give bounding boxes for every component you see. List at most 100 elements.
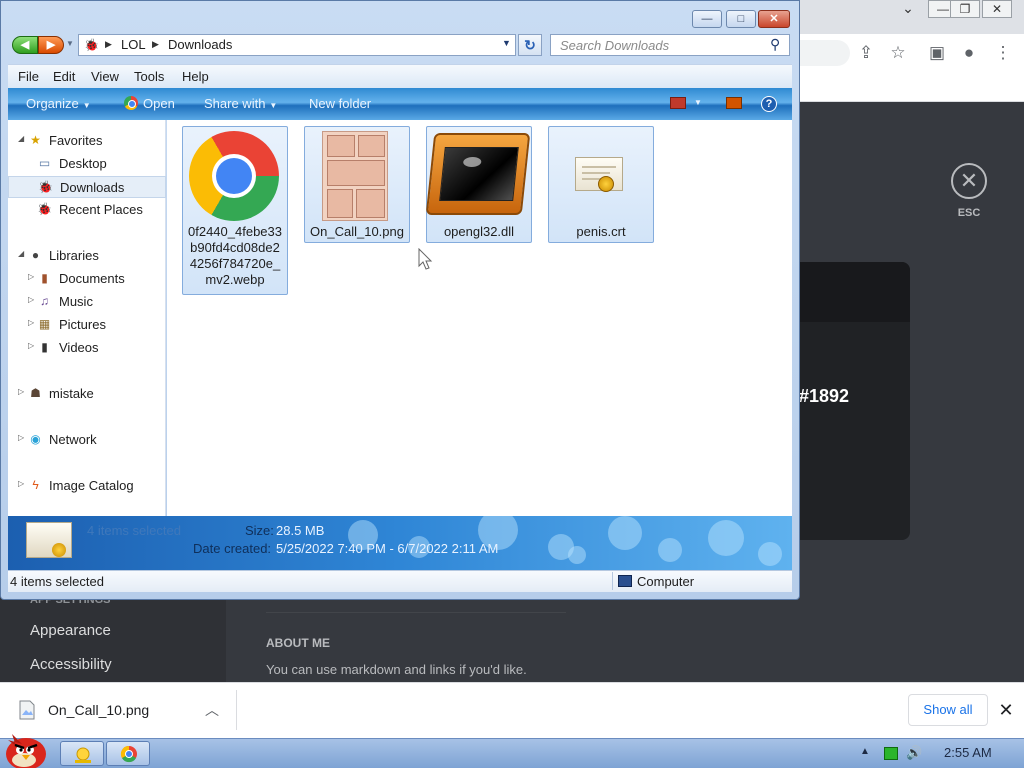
- address-dropdown-icon[interactable]: ▼: [502, 38, 511, 48]
- pictures-icon: ▦: [38, 317, 51, 331]
- date-created-label: Date created:: [193, 541, 272, 556]
- sun-folder-icon: [75, 747, 91, 763]
- help-button[interactable]: ?: [761, 96, 777, 112]
- chrome-taskbar-icon: [120, 745, 137, 763]
- network-icon: ◉: [30, 432, 41, 446]
- menu-file[interactable]: File: [18, 69, 39, 84]
- dropdown-caret-icon: ▼: [82, 101, 91, 110]
- refresh-button[interactable]: ↻: [518, 34, 542, 56]
- profile-banner: [798, 262, 910, 322]
- nav-mistake[interactable]: ▷ ☗ mistake: [8, 383, 166, 405]
- new-folder-button[interactable]: New folder: [309, 96, 371, 111]
- view-dropdown-icon[interactable]: ▼: [694, 98, 702, 107]
- nav-label: Favorites: [49, 133, 103, 148]
- collapsed-arrow-icon[interactable]: ▷: [18, 433, 24, 442]
- angry-bird-start-icon[interactable]: [2, 730, 50, 768]
- maximize-button[interactable]: □: [726, 10, 756, 28]
- chrome-icon: [189, 131, 279, 221]
- menu-edit[interactable]: Edit: [53, 69, 75, 84]
- sidebar-item-appearance[interactable]: Appearance: [30, 622, 111, 639]
- change-view-icon[interactable]: [670, 97, 686, 109]
- back-button[interactable]: ◀: [12, 36, 38, 54]
- organize-label: Organize: [26, 96, 79, 111]
- expanded-arrow-icon[interactable]: ◢: [18, 134, 24, 143]
- status-selection: 4 items selected: [10, 574, 104, 589]
- close-download-bar-button[interactable]: ✕: [996, 698, 1016, 722]
- bug-folder-icon: 🐞: [38, 180, 53, 194]
- chrome-close-button[interactable]: ✕: [982, 0, 1012, 18]
- search-icon[interactable]: ⚲: [770, 36, 780, 53]
- taskbar-chrome-button[interactable]: [106, 741, 150, 766]
- file-name: 0f2440_4febe33b90fd4cd08de24256f784720e_…: [188, 224, 282, 287]
- volume-icon[interactable]: 🔊: [906, 743, 926, 763]
- nav-libraries[interactable]: ◢ ● Libraries: [8, 245, 166, 267]
- show-all-button[interactable]: Show all: [908, 694, 988, 726]
- chevron-up-icon[interactable]: ︿: [204, 700, 220, 720]
- download-item-name[interactable]: On_Call_10.png: [48, 702, 149, 718]
- collapsed-arrow-icon[interactable]: ▷: [28, 318, 34, 327]
- minimize-button[interactable]: —: [692, 10, 722, 28]
- nav-favorites[interactable]: ◢ ★ Favorites: [8, 130, 166, 152]
- share-with-button[interactable]: Share with ▼: [204, 96, 277, 111]
- nav-label: Downloads: [60, 180, 125, 195]
- show-hidden-icons-icon[interactable]: ▲: [860, 746, 870, 757]
- status-separator: [612, 572, 613, 590]
- nav-desktop[interactable]: ▭ Desktop: [8, 153, 166, 175]
- taskbar-explorer-button[interactable]: [60, 741, 104, 766]
- nav-recent-places[interactable]: 🐞 Recent Places: [8, 199, 166, 221]
- menu-view[interactable]: View: [91, 69, 119, 84]
- sidebar-item-accessibility[interactable]: Accessibility: [30, 656, 112, 673]
- star-icon[interactable]: ☆: [885, 40, 911, 66]
- nav-pictures[interactable]: ▷ ▦ Pictures: [8, 314, 166, 336]
- collapsed-arrow-icon[interactable]: ▷: [28, 341, 34, 350]
- chrome-restore-button[interactable]: ❐: [950, 0, 980, 18]
- nav-documents[interactable]: ▷ ▮ Documents: [8, 268, 166, 290]
- chrome-tab-search-button[interactable]: ⌄: [893, 0, 923, 18]
- profile-icon[interactable]: ●: [956, 40, 982, 66]
- user-folder-icon: ☗: [30, 386, 41, 400]
- collapsed-arrow-icon[interactable]: ▷: [28, 295, 34, 304]
- breadcrumb-lol[interactable]: LOL: [121, 37, 146, 52]
- recent-pages-icon[interactable]: ▼: [66, 39, 74, 48]
- about-me-hint: You can use markdown and links if you'd …: [266, 662, 527, 677]
- mouse-cursor-icon: [418, 248, 433, 270]
- menu-help[interactable]: Help: [182, 69, 209, 84]
- open-button[interactable]: Open: [143, 96, 175, 111]
- star-icon: ★: [30, 133, 41, 147]
- image-file-icon: [19, 700, 35, 720]
- close-button[interactable]: ✕: [758, 10, 790, 28]
- download-separator: [236, 690, 237, 730]
- status-location: Computer: [637, 574, 695, 589]
- breadcrumb-arrow-icon[interactable]: ▶: [105, 39, 112, 50]
- nav-label: Pictures: [59, 317, 106, 332]
- breadcrumb-arrow-icon[interactable]: ▶: [152, 39, 159, 50]
- nav-image-catalog[interactable]: ▷ ϟ Image Catalog: [8, 475, 166, 497]
- close-settings-button[interactable]: ✕: [951, 163, 987, 199]
- file-name: On_Call_10.png: [310, 224, 404, 239]
- network-tray-icon[interactable]: [884, 747, 898, 760]
- preview-pane-icon[interactable]: [726, 97, 742, 109]
- search-placeholder[interactable]: Search Downloads: [560, 38, 669, 53]
- nav-videos[interactable]: ▷ ▮ Videos: [8, 337, 166, 359]
- sidepanel-icon[interactable]: ▣: [924, 40, 950, 66]
- file-name: penis.crt: [576, 224, 626, 239]
- nav-network[interactable]: ▷ ◉ Network: [8, 429, 166, 451]
- clock[interactable]: 2:55 AM: [944, 745, 992, 760]
- nav-music[interactable]: ▷ ♫ Music: [8, 291, 166, 313]
- expanded-arrow-icon[interactable]: ◢: [18, 249, 24, 258]
- collapsed-arrow-icon[interactable]: ▷: [28, 272, 34, 281]
- taskbar: [0, 738, 1024, 768]
- bug-folder-icon: 🐞: [84, 38, 99, 52]
- organize-button[interactable]: Organize ▼: [26, 96, 91, 111]
- certificate-seal-icon: [598, 176, 614, 192]
- nav-downloads[interactable]: 🐞 Downloads: [8, 176, 166, 198]
- collapsed-arrow-icon[interactable]: ▷: [18, 479, 24, 488]
- menu-bar: [8, 64, 792, 88]
- breadcrumb-downloads[interactable]: Downloads: [168, 37, 232, 52]
- share-icon[interactable]: ⇪: [853, 40, 879, 66]
- chrome-omnibox[interactable]: [800, 40, 850, 66]
- collapsed-arrow-icon[interactable]: ▷: [18, 387, 24, 396]
- menu-tools[interactable]: Tools: [134, 69, 164, 84]
- kebab-menu-icon[interactable]: ⋮: [990, 40, 1016, 66]
- forward-button[interactable]: ▶: [38, 36, 64, 54]
